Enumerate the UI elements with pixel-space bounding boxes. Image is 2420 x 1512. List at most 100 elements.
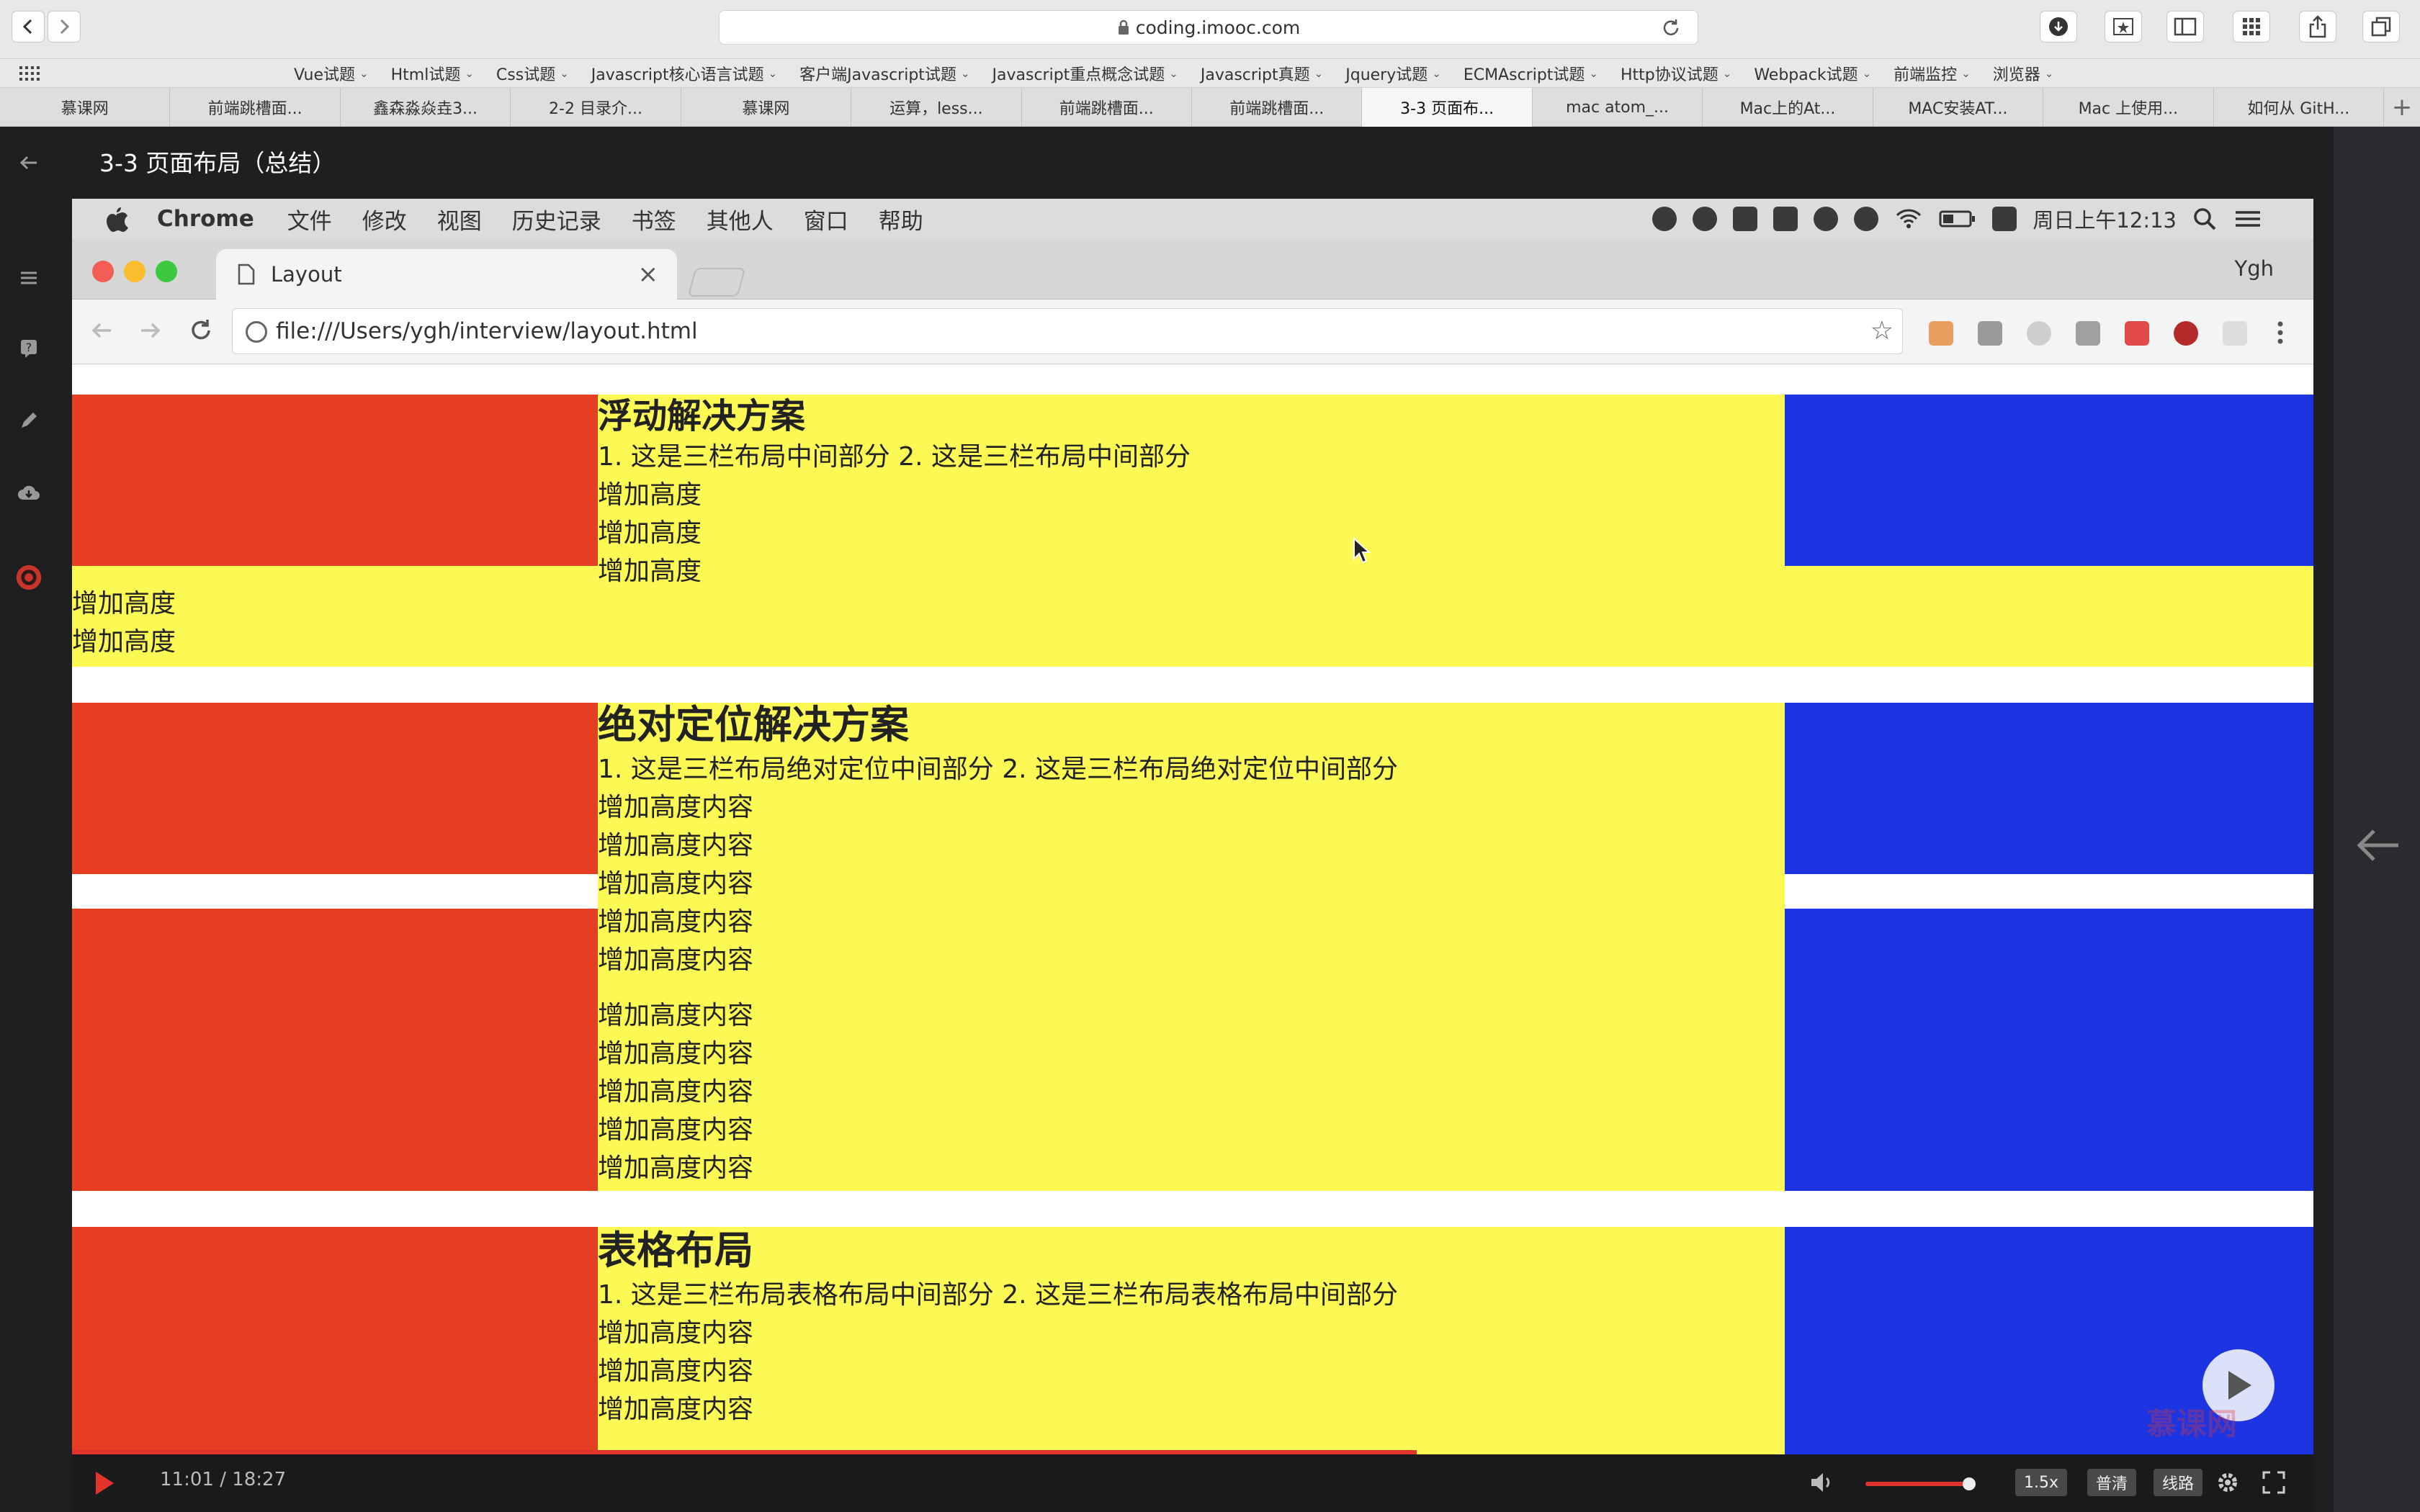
extension-icon-1[interactable] — [1929, 321, 1953, 346]
question-icon[interactable]: ? — [16, 336, 42, 361]
bookmark-folder[interactable]: Javascript重点概念试题 ⌄ — [992, 62, 1178, 85]
zoom-window-icon[interactable] — [156, 261, 177, 282]
browser-tab[interactable]: 慕课网 — [681, 88, 852, 127]
browser-tab[interactable]: 前端跳槽面... — [1022, 88, 1192, 127]
user-avatar[interactable] — [16, 564, 42, 590]
apps-grid-icon[interactable] — [19, 65, 40, 82]
reading-list-button[interactable] — [2105, 11, 2142, 42]
bookmark-folder[interactable]: Jquery试题 ⌄ — [1345, 62, 1441, 85]
quality-button[interactable]: 普清 — [2087, 1469, 2137, 1496]
bookmark-folder[interactable]: Javascript真题 ⌄ — [1201, 62, 1323, 85]
chevron-down-icon: ⌄ — [960, 67, 970, 80]
site-info-icon[interactable] — [246, 321, 267, 343]
volume-icon[interactable] — [1809, 1470, 1835, 1495]
mac-menu-item[interactable]: 帮助 — [879, 203, 923, 235]
mac-menu-item[interactable]: 书签 — [632, 203, 676, 235]
volume-slider[interactable] — [1865, 1482, 1969, 1486]
browser-tab[interactable]: Mac上的At... — [1703, 88, 1873, 127]
chrome-profile-name[interactable]: Ygh — [2234, 256, 2274, 281]
mac-menu-item[interactable]: 修改 — [362, 203, 407, 235]
chapters-list-icon[interactable] — [16, 265, 42, 291]
back-arrow-icon[interactable] — [16, 150, 42, 176]
extension-icon-5[interactable] — [2125, 321, 2149, 346]
back-button[interactable] — [12, 11, 45, 42]
browser-tab[interactable]: 3-3 页面布... — [1362, 88, 1533, 127]
volume-slider-knob[interactable] — [1963, 1477, 1976, 1490]
svg-text:?: ? — [26, 341, 32, 354]
float-section-line: 1. 这是三栏布局中间部分 2. 这是三栏布局中间部分 — [598, 442, 1191, 472]
float-line-3: 增加高度 — [598, 557, 702, 586]
browser-tab[interactable]: mac atom_... — [1533, 88, 1703, 127]
sidebar-button[interactable] — [2166, 11, 2204, 42]
share-button[interactable] — [2299, 11, 2336, 42]
safari-toolbar: coding.imooc.com — [0, 0, 2420, 59]
extension-icon-2[interactable] — [1978, 321, 2002, 346]
address-bar[interactable]: coding.imooc.com — [719, 10, 1698, 45]
reload-icon[interactable] — [1660, 17, 1682, 39]
chrome-new-tab-button[interactable] — [687, 268, 746, 297]
note-pen-icon[interactable] — [16, 408, 42, 433]
browser-tab[interactable]: 2-2 目录介... — [511, 88, 681, 127]
bookmark-folder-label: Http协议试题 — [1621, 66, 1718, 84]
bookmark-folder[interactable]: Html试题 ⌄ — [391, 62, 474, 85]
extension-icon-7[interactable] — [2223, 321, 2247, 346]
bookmark-folder-label: ECMAscript试题 — [1463, 66, 1585, 84]
chevron-down-icon: ⌄ — [768, 67, 778, 80]
new-tab-button[interactable]: + — [2384, 88, 2420, 127]
browser-tab[interactable]: 前端跳槽面... — [1192, 88, 1363, 127]
bookmark-folder[interactable]: Vue试题 ⌄ — [294, 62, 369, 85]
downloads-button[interactable] — [2040, 11, 2077, 42]
chrome-back-icon[interactable] — [89, 320, 114, 341]
chrome-forward-icon[interactable] — [138, 320, 163, 341]
mac-menu-item[interactable]: 窗口 — [804, 203, 848, 235]
chrome-reload-icon[interactable] — [187, 317, 215, 344]
mac-menu-item[interactable]: 视图 — [437, 203, 482, 235]
minimize-window-icon[interactable] — [124, 261, 145, 282]
tabs-overview-button[interactable] — [2362, 11, 2400, 42]
chrome-menu-icon[interactable] — [2276, 320, 2285, 346]
bookmark-folder[interactable]: 前端监控 ⌄ — [1894, 62, 1971, 85]
settings-gear-icon[interactable] — [2215, 1470, 2240, 1495]
browser-tab[interactable]: 慕课网 — [0, 88, 171, 127]
absolute-line2-5: 增加高度内容 — [598, 1153, 754, 1183]
chrome-url-bar[interactable]: file:///Users/ygh/interview/layout.html … — [232, 308, 1903, 354]
bookmark-folder[interactable]: 浏览器 ⌄ — [1993, 62, 2054, 85]
mac-menu-item[interactable]: 其他人 — [707, 203, 774, 235]
browser-tab[interactable]: 前端跳槽面... — [170, 88, 341, 127]
extension-icon-4[interactable] — [2076, 321, 2100, 346]
fullscreen-icon[interactable] — [2262, 1470, 2286, 1495]
bookmark-folder[interactable]: ECMAscript试题 ⌄ — [1464, 62, 1598, 85]
browser-tab[interactable]: Mac 上使用... — [2043, 88, 2214, 127]
playback-speed-button[interactable]: 1.5x — [2015, 1469, 2068, 1496]
bookmark-folder[interactable]: Http协议试题 ⌄ — [1621, 62, 1731, 85]
chevron-down-icon: ⌄ — [1314, 67, 1324, 80]
route-button[interactable]: 线路 — [2154, 1469, 2203, 1496]
mac-clock: 周日上午12:13 — [2033, 208, 2177, 233]
play-pause-button[interactable] — [94, 1470, 115, 1496]
close-window-icon[interactable] — [92, 261, 114, 282]
extensions-grid-button[interactable] — [2233, 11, 2270, 42]
browser-tab[interactable]: 鑫森淼焱垚3... — [341, 88, 511, 127]
extension-icon-6[interactable] — [2174, 321, 2198, 346]
bookmark-star-icon[interactable]: ☆ — [1870, 316, 1894, 346]
lock-icon — [1118, 19, 1129, 35]
chrome-tab-layout[interactable]: Layout × — [216, 249, 677, 300]
extension-icon-3[interactable] — [2027, 321, 2051, 346]
tab-close-icon[interactable]: × — [638, 260, 659, 289]
cloud-download-icon[interactable] — [16, 480, 42, 505]
browser-tab[interactable]: MAC安装AT... — [1873, 88, 2044, 127]
left-rail: ? — [0, 127, 58, 1512]
browser-tab[interactable]: 运算，less... — [851, 88, 1022, 127]
input-method-icon — [1773, 207, 1798, 231]
bookmark-folder-label: Vue试题 — [294, 66, 356, 84]
mac-menu-item[interactable]: 文件 — [287, 203, 332, 235]
browser-tab[interactable]: 如何从 GitH... — [2214, 88, 2384, 127]
bookmark-folder[interactable]: Webpack试题 ⌄ — [1754, 62, 1871, 85]
forward-button[interactable] — [48, 11, 81, 42]
bookmark-folder[interactable]: 客户端Javascript试题 ⌄ — [799, 62, 969, 85]
expand-panel-arrow-icon[interactable] — [2355, 825, 2401, 865]
bookmark-folder[interactable]: Javascript核心语言试题 ⌄ — [591, 62, 777, 85]
mac-menu-item[interactable]: 历史记录 — [512, 203, 601, 235]
bookmark-folder[interactable]: Css试题 ⌄ — [496, 62, 569, 85]
video-frame[interactable]: Chrome 文件 修改 视图 历史记录 书签 其他人 窗口 帮助 周日上午12:13 Lay… — [72, 199, 2313, 1454]
